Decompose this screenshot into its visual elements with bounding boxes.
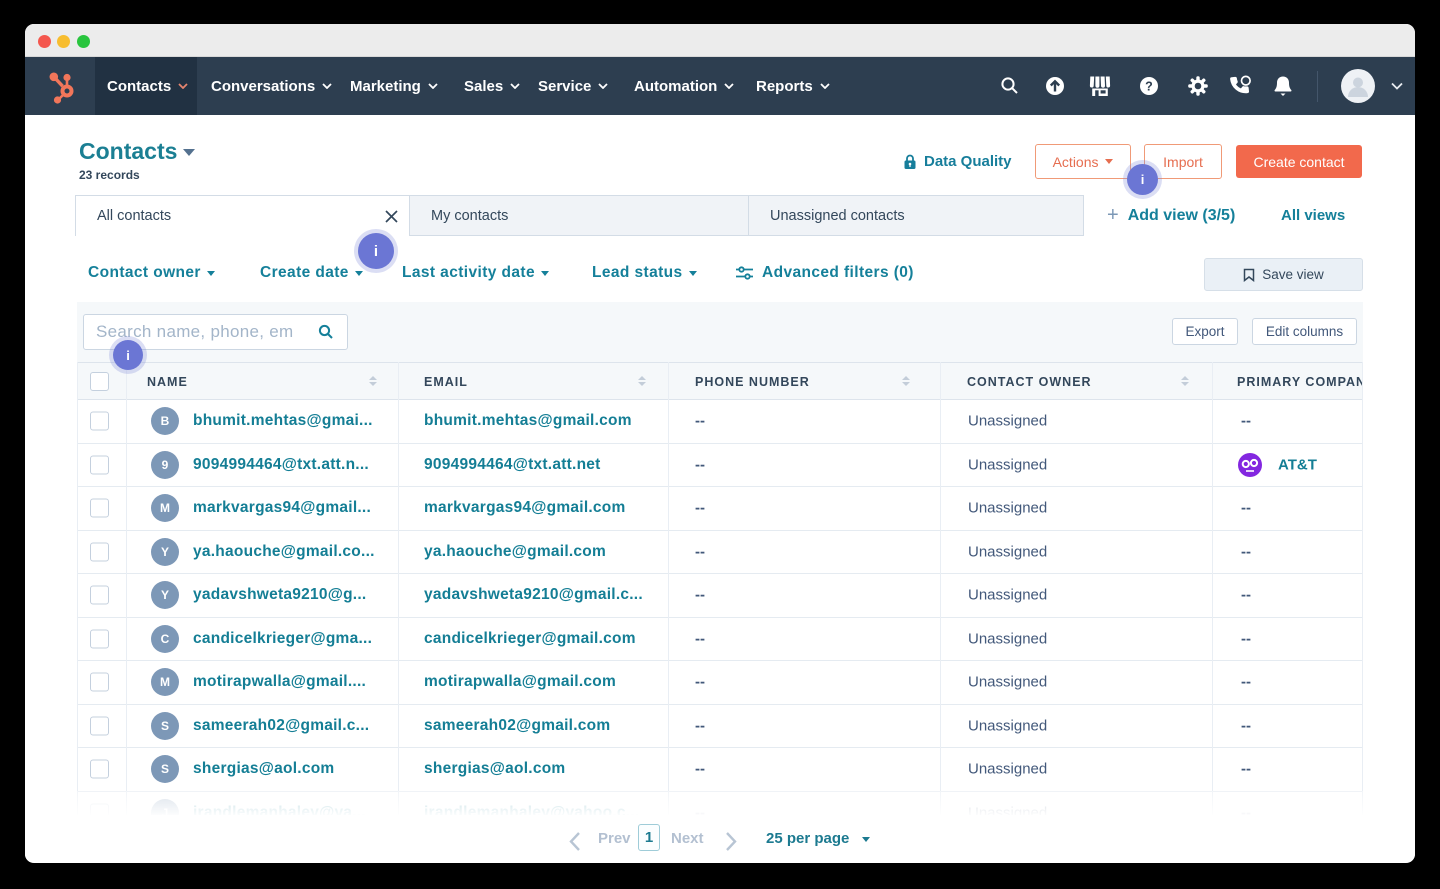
svg-text:?: ? (1145, 79, 1153, 93)
